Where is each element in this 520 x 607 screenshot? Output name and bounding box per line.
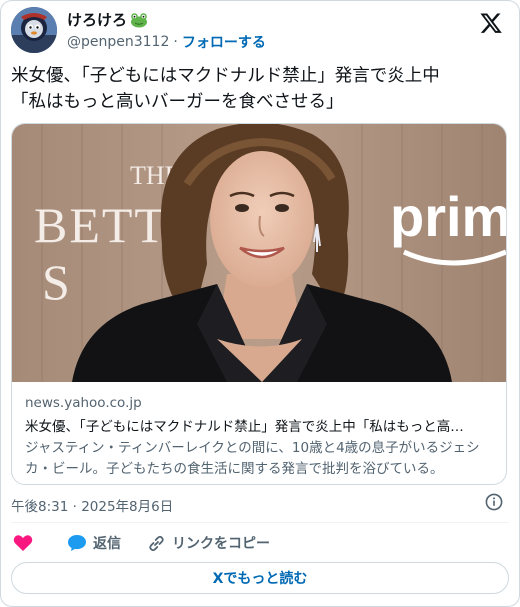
post-text-line: 「私はもっと高いバーガーを食べさせる」 bbox=[11, 92, 344, 112]
display-name-row[interactable]: けろけろ bbox=[67, 9, 148, 30]
reply-label: 返信 bbox=[93, 536, 121, 552]
post-header: けろけろ @penpen3112 · フォローする bbox=[11, 7, 509, 55]
divider bbox=[11, 522, 509, 523]
embedded-post-card: けろけろ @penpen3112 · フォローする 米女優、「子どもにはマクドナ… bbox=[0, 0, 520, 607]
read-more-on-x-button[interactable]: Xでもっと読む bbox=[11, 562, 509, 594]
copy-link-label: リンクをコピー bbox=[172, 536, 270, 552]
copy-link-button[interactable]: リンクをコピー bbox=[147, 533, 270, 553]
display-name[interactable]: けろけろ bbox=[67, 9, 127, 30]
heart-icon bbox=[13, 534, 33, 552]
link-title[interactable]: 米女優、「子どもにはマクドナルド禁止」発言で炎上中「私はもっと高… bbox=[25, 415, 497, 435]
link-preview-meta: news.yahoo.co.jp 米女優、「子どもにはマクドナルド禁止」発言で炎… bbox=[25, 395, 496, 480]
handle[interactable]: @penpen3112 bbox=[67, 34, 169, 50]
frog-emoji-icon bbox=[130, 12, 148, 28]
backdrop-text: prim bbox=[390, 185, 506, 248]
link-domain[interactable]: news.yahoo.co.jp bbox=[25, 395, 496, 411]
post-timestamp[interactable]: 午後8:31 · 2025年8月6日 bbox=[11, 495, 173, 515]
post-text-line: 米女優、「子どもにはマクドナルド禁止」発言で炎上中 bbox=[11, 66, 440, 86]
article-photo[interactable]: THE BETT S prim bbox=[12, 124, 506, 382]
avatar[interactable] bbox=[11, 7, 57, 53]
post-text: 米女優、「子どもにはマクドナルド禁止」発言で炎上中 「私はもっと高いバーガーを食… bbox=[11, 63, 509, 115]
backdrop-text: BETT bbox=[34, 197, 167, 253]
link-description: ジャスティン・ティンバーレイクとの間に、10歳と4歳の息子がいるジェシカ・ビール… bbox=[25, 440, 480, 477]
info-icon[interactable] bbox=[485, 493, 503, 511]
x-logo-icon[interactable] bbox=[479, 11, 503, 35]
handle-row: @penpen3112 · フォローする bbox=[67, 32, 266, 52]
backdrop-text: S bbox=[42, 254, 70, 310]
link-preview-card[interactable]: THE BETT S prim news.yahoo.co.jp 米女優、「子ど… bbox=[11, 123, 507, 485]
follow-button[interactable]: フォローする bbox=[182, 32, 266, 52]
separator-dot: · bbox=[173, 34, 178, 50]
reply-bubble-icon bbox=[67, 534, 87, 552]
action-bar: 返信 リンクをコピー bbox=[11, 532, 509, 554]
like-button[interactable] bbox=[13, 534, 33, 552]
link-icon bbox=[147, 534, 166, 553]
reply-button[interactable]: 返信 bbox=[67, 533, 121, 553]
